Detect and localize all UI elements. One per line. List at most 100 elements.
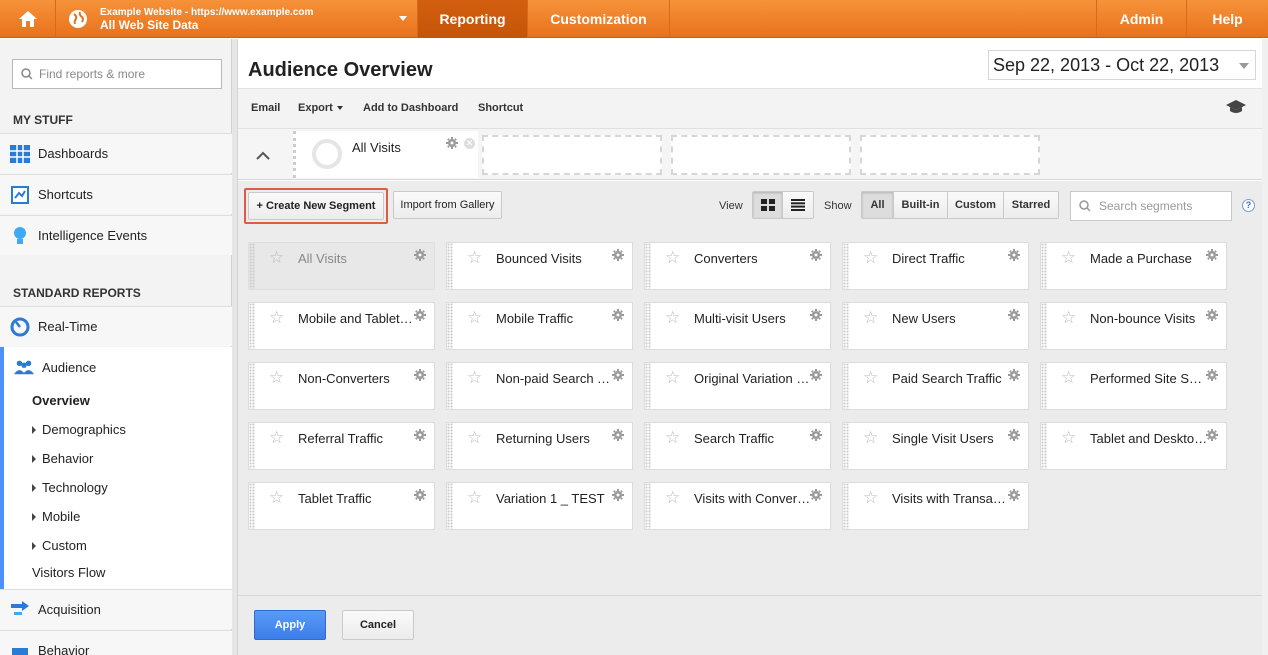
- star-icon[interactable]: ☆: [467, 308, 482, 328]
- gear-icon[interactable]: [612, 309, 624, 324]
- star-icon[interactable]: ☆: [665, 488, 680, 508]
- drag-handle[interactable]: [645, 243, 651, 289]
- filter-custom-button[interactable]: Custom: [948, 192, 1004, 218]
- star-icon[interactable]: ☆: [467, 248, 482, 268]
- segment-card[interactable]: ☆ Visits with Transactions: [842, 482, 1029, 530]
- sidebar-item-custom[interactable]: Custom: [32, 538, 87, 553]
- segment-card[interactable]: ☆ Non-paid Search Traffic: [446, 362, 633, 410]
- sidebar-item-audience[interactable]: Audience: [4, 347, 232, 387]
- gear-icon[interactable]: [1008, 429, 1020, 444]
- sidebar-item-visitors-flow[interactable]: Visitors Flow: [32, 565, 105, 580]
- segment-card[interactable]: ☆ Converters: [644, 242, 831, 290]
- segment-card[interactable]: ☆ Visits with Conversions: [644, 482, 831, 530]
- gear-icon[interactable]: [810, 489, 822, 504]
- star-icon[interactable]: ☆: [665, 368, 680, 388]
- gear-icon[interactable]: [446, 137, 458, 149]
- shortcut-button[interactable]: Shortcut: [478, 102, 523, 114]
- drag-handle[interactable]: [1041, 243, 1047, 289]
- graduation-cap-icon[interactable]: [1226, 99, 1246, 115]
- segment-card[interactable]: ☆ Made a Purchase: [1040, 242, 1227, 290]
- segment-card[interactable]: ☆ Mobile and Tablet Traffic: [248, 302, 435, 350]
- star-icon[interactable]: ☆: [269, 488, 284, 508]
- import-from-gallery-button[interactable]: Import from Gallery: [393, 191, 502, 219]
- sidebar-item-dashboards[interactable]: Dashboards: [0, 133, 232, 173]
- segment-card[interactable]: ☆ Bounced Visits: [446, 242, 633, 290]
- sidebar-item-intelligence-events[interactable]: Intelligence Events: [0, 215, 232, 255]
- segment-search-input[interactable]: Search segments: [1070, 191, 1232, 221]
- segment-card[interactable]: ☆ Non-bounce Visits: [1040, 302, 1227, 350]
- star-icon[interactable]: ☆: [269, 368, 284, 388]
- gear-icon[interactable]: [810, 249, 822, 264]
- star-icon[interactable]: ☆: [467, 368, 482, 388]
- gear-icon[interactable]: [810, 309, 822, 324]
- gear-icon[interactable]: [1206, 429, 1218, 444]
- drag-handle[interactable]: [843, 363, 849, 409]
- drag-handle[interactable]: [1041, 303, 1047, 349]
- filter-starred-button[interactable]: Starred: [1004, 192, 1058, 218]
- star-icon[interactable]: ☆: [665, 248, 680, 268]
- drag-handle[interactable]: [447, 303, 453, 349]
- star-icon[interactable]: ☆: [1061, 368, 1076, 388]
- drag-handle[interactable]: [447, 243, 453, 289]
- account-selector[interactable]: Example Website - https://www.example.co…: [56, 0, 418, 38]
- star-icon[interactable]: ☆: [863, 488, 878, 508]
- email-button[interactable]: Email: [251, 102, 280, 114]
- filter-all-button[interactable]: All: [862, 192, 894, 218]
- segment-card[interactable]: ☆ Multi-visit Users: [644, 302, 831, 350]
- gear-icon[interactable]: [414, 429, 426, 444]
- add-to-dashboard-button[interactable]: Add to Dashboard: [363, 102, 458, 114]
- drag-handle[interactable]: [843, 243, 849, 289]
- segment-card[interactable]: ☆ Direct Traffic: [842, 242, 1029, 290]
- segment-card[interactable]: ☆ Search Traffic: [644, 422, 831, 470]
- admin-link[interactable]: Admin: [1096, 0, 1186, 38]
- sidebar-item-real-time[interactable]: Real-Time: [0, 306, 232, 346]
- star-icon[interactable]: ☆: [863, 248, 878, 268]
- segment-card[interactable]: ☆ Referral Traffic: [248, 422, 435, 470]
- create-new-segment-button[interactable]: + Create New Segment: [248, 192, 384, 220]
- gear-icon[interactable]: [414, 309, 426, 324]
- sidebar-item-demographics[interactable]: Demographics: [32, 422, 126, 437]
- star-icon[interactable]: ☆: [665, 308, 680, 328]
- segment-card[interactable]: ☆ New Users: [842, 302, 1029, 350]
- star-icon[interactable]: ☆: [467, 428, 482, 448]
- star-icon[interactable]: ☆: [269, 248, 284, 268]
- segment-card[interactable]: ☆ Tablet Traffic: [248, 482, 435, 530]
- gear-icon[interactable]: [1008, 309, 1020, 324]
- drag-handle[interactable]: [447, 423, 453, 469]
- page-scrollbar[interactable]: [1262, 39, 1268, 655]
- grid-view-button[interactable]: [753, 192, 783, 218]
- drag-handle[interactable]: [249, 423, 255, 469]
- sidebar-item-acquisition[interactable]: Acquisition: [0, 589, 232, 629]
- star-icon[interactable]: ☆: [269, 428, 284, 448]
- date-range-picker[interactable]: Sep 22, 2013 - Oct 22, 2013: [988, 50, 1256, 80]
- empty-segment-slot[interactable]: [482, 135, 662, 175]
- empty-segment-slot[interactable]: [860, 135, 1040, 175]
- list-view-button[interactable]: [783, 192, 813, 218]
- segment-card[interactable]: ☆ Original Variation Visits: [644, 362, 831, 410]
- gear-icon[interactable]: [1008, 489, 1020, 504]
- segment-card[interactable]: ☆ Non-Converters: [248, 362, 435, 410]
- tab-customization[interactable]: Customization: [528, 0, 670, 38]
- export-button[interactable]: Export: [298, 102, 343, 114]
- star-icon[interactable]: ☆: [467, 488, 482, 508]
- segment-card[interactable]: ☆ Mobile Traffic: [446, 302, 633, 350]
- drag-handle[interactable]: [843, 483, 849, 529]
- gear-icon[interactable]: [612, 369, 624, 384]
- sidebar-item-overview[interactable]: Overview: [32, 393, 90, 408]
- star-icon[interactable]: ☆: [269, 308, 284, 328]
- gear-icon[interactable]: [612, 429, 624, 444]
- drag-handle[interactable]: [1041, 363, 1047, 409]
- segment-card[interactable]: ☆ Paid Search Traffic: [842, 362, 1029, 410]
- drag-handle[interactable]: [249, 483, 255, 529]
- drag-handle[interactable]: [1041, 423, 1047, 469]
- star-icon[interactable]: ☆: [665, 428, 680, 448]
- gear-icon[interactable]: [1008, 249, 1020, 264]
- cancel-button[interactable]: Cancel: [342, 610, 414, 640]
- gear-icon[interactable]: [810, 369, 822, 384]
- gear-icon[interactable]: [1008, 369, 1020, 384]
- segment-card[interactable]: ☆ Returning Users: [446, 422, 633, 470]
- segment-card[interactable]: ☆ Tablet and Desktop Traffic: [1040, 422, 1227, 470]
- help-link[interactable]: Help: [1186, 0, 1268, 38]
- drag-handle[interactable]: [645, 423, 651, 469]
- sidebar-item-technology[interactable]: Technology: [32, 480, 108, 495]
